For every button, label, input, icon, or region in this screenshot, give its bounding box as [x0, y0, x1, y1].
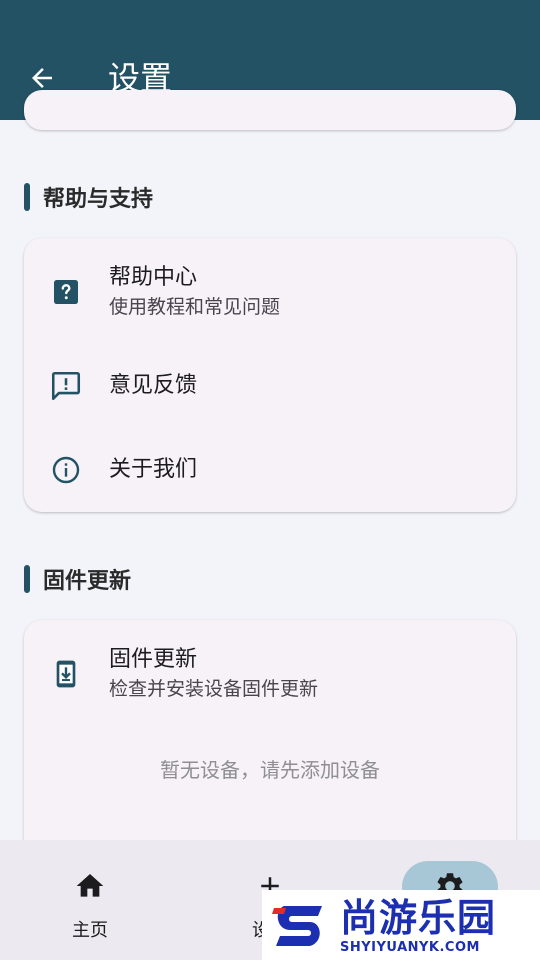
- section-title: 帮助与支持: [43, 187, 154, 212]
- watermark: 尚游乐园 SHYIYUANYK.COM: [262, 890, 540, 960]
- help-center-item[interactable]: 帮助中心 使用教程和常见问题: [24, 252, 516, 332]
- item-subtitle: 检查并安装设备固件更新: [109, 678, 319, 700]
- item-title: 关于我们: [109, 457, 198, 482]
- item-title: 意见反馈: [109, 373, 198, 398]
- nav-item-home[interactable]: 主页: [0, 840, 180, 960]
- arrow-left-icon: [32, 68, 52, 88]
- previous-card: [24, 90, 516, 130]
- help-support-card: 帮助中心 使用教程和常见问题 意见反馈 关于我们: [24, 238, 516, 512]
- info-icon: [48, 452, 84, 488]
- firmware-card: 固件更新 检查并安装设备固件更新 暂无设备，请先添加设备: [24, 620, 516, 870]
- nav-label: 主页: [72, 920, 108, 941]
- section-accent-bar: [24, 565, 30, 593]
- watermark-url: SHYIYUANYK.COM: [340, 940, 480, 955]
- about-item[interactable]: 关于我们: [24, 430, 516, 510]
- watermark-text: 尚游乐园: [340, 896, 497, 940]
- firmware-download-icon: [48, 656, 84, 692]
- section-title: 固件更新: [43, 569, 132, 594]
- section-header-firmware: 固件更新: [24, 564, 131, 594]
- section-accent-bar: [24, 183, 30, 211]
- feedback-icon: [48, 368, 84, 404]
- firmware-update-item[interactable]: 固件更新 检查并安装设备固件更新: [24, 634, 516, 714]
- watermark-logo-icon: [272, 906, 322, 946]
- home-icon: [72, 868, 108, 904]
- item-subtitle: 使用教程和常见问题: [109, 296, 281, 318]
- section-header-help: 帮助与支持: [24, 182, 153, 212]
- feedback-item[interactable]: 意见反馈: [24, 346, 516, 426]
- empty-state-text: 暂无设备，请先添加设备: [160, 758, 380, 782]
- item-title: 帮助中心: [109, 265, 198, 290]
- help-box-icon: [48, 274, 84, 310]
- item-title: 固件更新: [109, 647, 198, 672]
